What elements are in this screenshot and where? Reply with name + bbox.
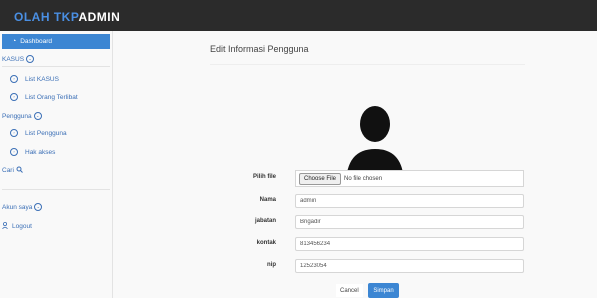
file-label: Pilih file — [252, 174, 276, 180]
page-title: Edit Informasi Pengguna — [210, 44, 309, 54]
sidebar-item-label: List Pengguna — [25, 129, 67, 137]
sidebar: ◔ Dashboard KASUS ⌄ › List KASUS › List … — [0, 31, 113, 298]
jabatan-field[interactable] — [295, 215, 524, 229]
circle-icon: › — [10, 129, 18, 137]
sidebar-group-label: KASUS — [2, 55, 25, 63]
sidebar-item-dashboard[interactable]: ◔ Dashboard — [2, 34, 110, 49]
brand-part-1: OLAH TKP — [14, 10, 79, 24]
chevron-circle-icon: ⌄ — [34, 203, 43, 211]
sidebar-item-label: Logout — [12, 223, 32, 230]
user-icon — [2, 221, 8, 231]
sidebar-item-label: List Orang Terlibat — [25, 93, 78, 101]
nama-label: Nama — [259, 197, 276, 203]
sidebar-item-list-pengguna[interactable]: › List Pengguna — [10, 129, 67, 137]
choose-file-button[interactable]: Choose File — [299, 172, 342, 185]
right-panel — [525, 31, 597, 298]
circle-icon: › — [10, 93, 18, 101]
brand-logo[interactable]: OLAH TKPADMIN — [14, 10, 120, 24]
top-navbar: OLAH TKPADMIN — [0, 0, 597, 32]
search-icon — [16, 166, 23, 175]
dashboard-icon: ◔ — [12, 38, 17, 45]
sidebar-item-label: List KASUS — [25, 75, 59, 83]
sidebar-group-pengguna[interactable]: Pengguna ⌄ — [2, 112, 42, 120]
save-button[interactable]: Simpan — [368, 283, 399, 298]
file-input[interactable]: Choose File No file chosen — [295, 170, 524, 187]
sidebar-item-list-kasus[interactable]: › List KASUS — [10, 75, 59, 83]
sidebar-group-label: Pengguna — [2, 112, 32, 120]
nip-label: nip — [267, 262, 276, 268]
sidebar-group-label: Akun saya — [2, 203, 33, 211]
sidebar-group-akun-saya[interactable]: Akun saya ⌄ — [2, 203, 43, 211]
divider — [2, 66, 110, 67]
brand-part-2: ADMIN — [78, 10, 121, 24]
file-status: No file chosen — [344, 175, 383, 182]
sidebar-item-hak-akses[interactable]: › Hak akses — [10, 148, 55, 156]
divider — [210, 64, 525, 65]
circle-icon: › — [10, 75, 18, 83]
nama-field[interactable] — [295, 194, 524, 208]
kontak-field[interactable] — [295, 237, 524, 251]
sidebar-item-logout[interactable]: Logout — [2, 221, 32, 231]
sidebar-item-cari[interactable]: Cari — [2, 166, 23, 175]
sidebar-item-list-orang-terlibat[interactable]: › List Orang Terlibat — [10, 93, 78, 101]
main-content: Edit Informasi Pengguna — [113, 31, 525, 298]
jabatan-label: jabatan — [254, 218, 276, 224]
sidebar-item-label: Dashboard — [20, 38, 53, 45]
chevron-circle-icon: ⌄ — [33, 112, 42, 120]
sidebar-group-kasus[interactable]: KASUS ⌄ — [2, 55, 35, 63]
sidebar-item-label: Cari — [2, 167, 14, 174]
divider — [2, 189, 110, 190]
chevron-circle-icon: ⌄ — [26, 55, 35, 63]
kontak-label: kontak — [256, 240, 276, 246]
sidebar-item-label: Hak akses — [25, 148, 56, 156]
cancel-button[interactable]: Cancel — [336, 284, 363, 297]
nip-field[interactable] — [295, 259, 524, 273]
circle-icon: › — [10, 148, 18, 156]
